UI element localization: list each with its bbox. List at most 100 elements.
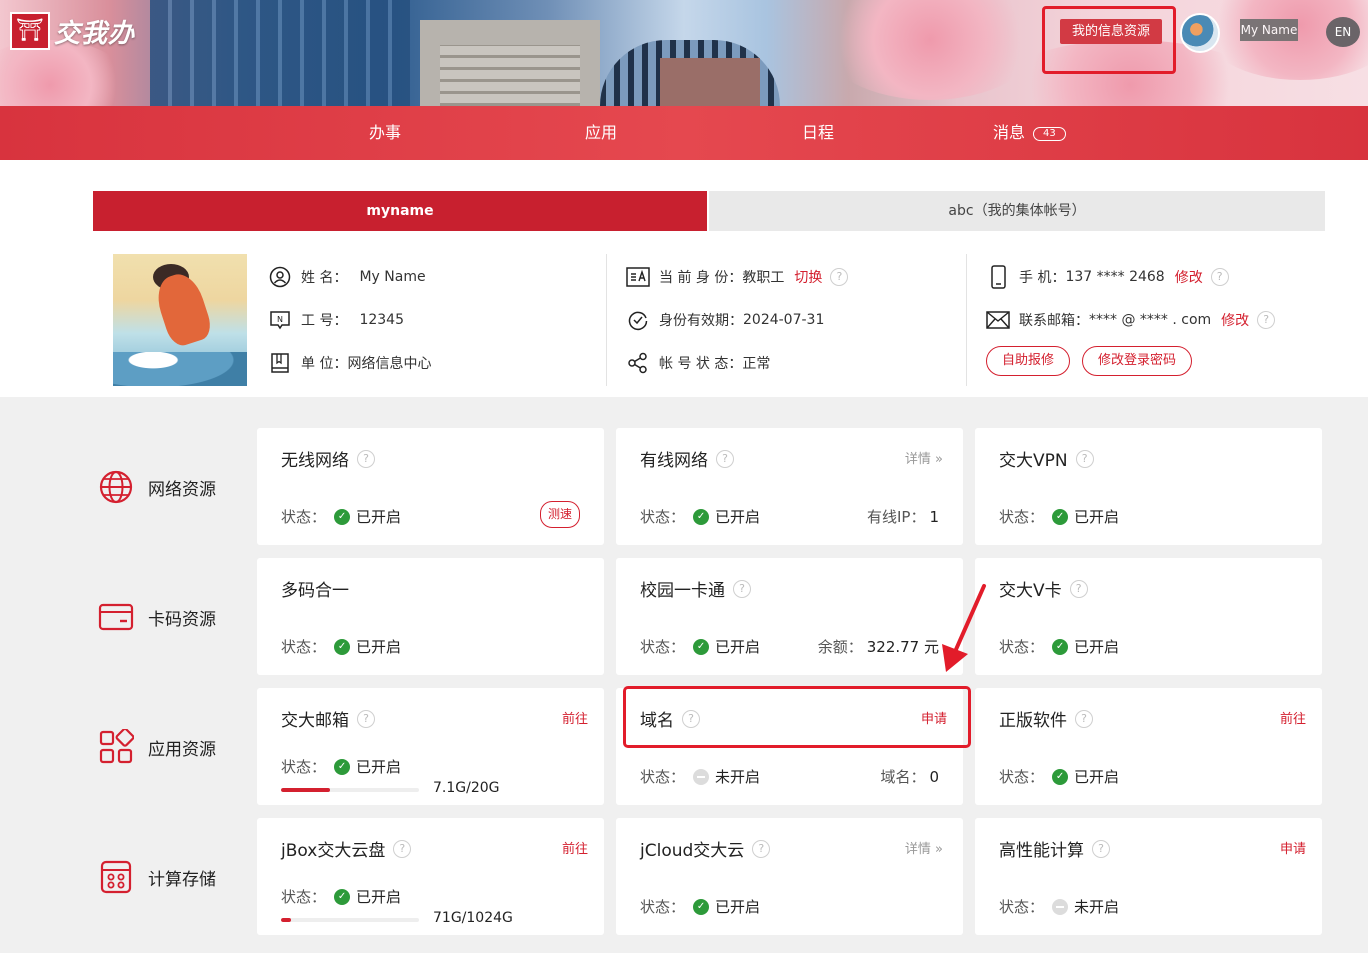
goto-mail-link[interactable]: 前往 xyxy=(562,708,588,727)
goto-jbox-link[interactable]: 前往 xyxy=(562,838,588,857)
apply-hpc-link[interactable]: 申请 xyxy=(1280,838,1306,857)
card-status: 状态： 未开启 xyxy=(640,766,760,787)
card-title-text: 无线网络 xyxy=(281,451,349,471)
disabled-icon xyxy=(1052,898,1069,915)
identity-value: 教职工 xyxy=(742,270,785,286)
card-mail[interactable]: 交大邮箱? 前往 状态： ✓ 已开启 7.1G/20G xyxy=(257,688,604,805)
category-label: 网络资源 xyxy=(148,479,216,500)
modify-phone-link[interactable]: 修改 xyxy=(1175,267,1203,287)
id-label: 工 号： xyxy=(301,313,348,329)
card-vcard[interactable]: 交大V卡? 状态： ✓ 已开启 xyxy=(975,558,1322,675)
account-tab-personal[interactable]: myname xyxy=(93,191,707,231)
status-value: 已开启 xyxy=(356,508,402,526)
nav-item-schedule[interactable]: 日程 xyxy=(802,106,834,160)
help-icon[interactable]: ? xyxy=(357,449,375,468)
apps-icon xyxy=(99,729,134,764)
help-icon[interactable]: ? xyxy=(733,579,751,598)
header-banner: ⛩ 交我办 我的信息资源 My Name EN xyxy=(0,0,1368,106)
status-label: 状态： xyxy=(640,508,686,526)
status-value: 已开启 xyxy=(1074,768,1120,786)
domain-count-label: 域名： xyxy=(880,768,926,786)
status-value: 已开启 xyxy=(1074,508,1120,526)
user-name-badge[interactable]: My Name xyxy=(1240,19,1298,41)
card-campus-card[interactable]: 校园一卡通? 状态： ✓ 已开启 余额： 322.77 元 xyxy=(616,558,963,675)
logo-gate-icon: ⛩ xyxy=(10,12,50,50)
details-link[interactable]: 详情 » xyxy=(905,838,943,857)
check-icon: ✓ xyxy=(693,638,710,655)
nav-item-messages[interactable]: 消息 43 xyxy=(993,106,1066,160)
book-icon xyxy=(268,351,292,375)
profile-id-row: N 工 号： 12345 xyxy=(268,308,404,332)
switch-identity-link[interactable]: 切换 xyxy=(794,267,822,287)
card-multicode[interactable]: 多码合一 状态： ✓ 已开启 xyxy=(257,558,604,675)
user-avatar[interactable] xyxy=(1180,13,1220,53)
user-circle-icon xyxy=(268,265,292,289)
card-title: 高性能计算? xyxy=(999,836,1110,861)
phone-value: 137 **** 2468 xyxy=(1065,269,1165,285)
domain-count-value: 0 xyxy=(929,768,939,786)
status-label: 状态： xyxy=(281,638,327,656)
annotation-highlight-box xyxy=(1042,6,1176,74)
check-icon: ✓ xyxy=(334,888,351,905)
card-wired[interactable]: 有线网络? 详情 » 状态： ✓ 已开启 有线IP： 1 xyxy=(616,428,963,545)
status-value: 已开启 xyxy=(356,758,402,776)
card-jcloud[interactable]: jCloud交大云? 详情 » 状态： ✓ 已开启 xyxy=(616,818,963,935)
card-title-text: 交大VPN xyxy=(999,451,1068,471)
card-software[interactable]: 正版软件? 前往 状态： ✓ 已开启 xyxy=(975,688,1322,805)
help-icon[interactable]: ? xyxy=(393,839,412,858)
card-status: 状态： ✓ 已开启 xyxy=(999,766,1119,787)
goto-software-link[interactable]: 前往 xyxy=(1280,708,1306,727)
help-icon[interactable]: ? xyxy=(1069,579,1088,598)
help-icon[interactable]: ? xyxy=(1075,449,1094,468)
help-icon[interactable]: ? xyxy=(1257,311,1276,329)
wired-ip-count: 有线IP： 1 xyxy=(867,506,939,527)
divider xyxy=(606,254,607,386)
help-icon[interactable]: ? xyxy=(752,839,771,858)
card-vpn[interactable]: 交大VPN? 状态： ✓ 已开启 xyxy=(975,428,1322,545)
check-icon: ✓ xyxy=(1052,508,1069,525)
help-icon[interactable]: ? xyxy=(716,449,734,468)
help-icon[interactable]: ? xyxy=(1210,268,1229,286)
status-label: 状态： xyxy=(999,508,1045,526)
mail-storage-text: 7.1G/20G xyxy=(433,780,500,796)
modify-email-link[interactable]: 修改 xyxy=(1221,310,1249,330)
card-icon xyxy=(98,603,134,631)
wired-ip-value: 1 xyxy=(929,508,939,526)
card-jbox[interactable]: jBox交大云盘? 前往 状态： ✓ 已开启 71G/1024G xyxy=(257,818,604,935)
self-service-repair-button[interactable]: 自助报修 xyxy=(986,346,1071,376)
account-status-value: 正常 xyxy=(742,356,771,372)
name-label: 姓 名： xyxy=(301,270,348,286)
profile-email-row: 联系邮箱： **** @ **** . com 修改 ? xyxy=(986,308,1276,332)
card-title-text: 交大V卡 xyxy=(999,581,1062,601)
card-title: jCloud交大云? xyxy=(640,836,771,861)
profile-name-row: 姓 名： My Name xyxy=(268,265,426,289)
nav-item-tasks[interactable]: 办事 xyxy=(369,106,401,160)
check-icon: ✓ xyxy=(334,638,351,655)
change-password-button[interactable]: 修改登录密码 xyxy=(1082,346,1193,376)
card-status: 状态： ✓ 已开启 xyxy=(640,636,760,657)
help-icon[interactable]: ? xyxy=(830,268,849,286)
card-hpc[interactable]: 高性能计算? 申请 状态： 未开启 xyxy=(975,818,1322,935)
card-wifi[interactable]: 无线网络? 状态： ✓ 已开启 测速 xyxy=(257,428,604,545)
category-cards: 卡码资源 xyxy=(98,599,216,635)
category-label: 计算存储 xyxy=(148,869,216,890)
help-icon[interactable]: ? xyxy=(1092,839,1110,858)
help-icon[interactable]: ? xyxy=(357,709,375,728)
help-icon[interactable]: ? xyxy=(1075,709,1093,728)
nav-item-apps[interactable]: 应用 xyxy=(585,106,617,160)
status-value: 已开启 xyxy=(356,888,402,906)
card-title-text: 校园一卡通 xyxy=(640,581,725,601)
unit-value: 网络信息中心 xyxy=(347,356,432,372)
clock-check-icon xyxy=(626,308,650,332)
server-icon xyxy=(100,860,132,894)
details-link[interactable]: 详情 » xyxy=(905,448,943,467)
validity-value: 2024-07-31 xyxy=(743,312,825,328)
language-toggle-button[interactable]: EN xyxy=(1326,17,1360,47)
status-label: 状态： xyxy=(281,508,327,526)
app-logo[interactable]: ⛩ 交我办 xyxy=(10,12,135,50)
status-value: 已开启 xyxy=(1074,638,1120,656)
email-label: 联系邮箱： xyxy=(1019,313,1089,329)
profile-validity-row: 身份有效期： 2024-07-31 xyxy=(626,308,824,332)
account-tab-group[interactable]: abc（我的集体帐号） xyxy=(709,191,1325,231)
speed-test-button[interactable]: 测速 xyxy=(540,501,580,528)
